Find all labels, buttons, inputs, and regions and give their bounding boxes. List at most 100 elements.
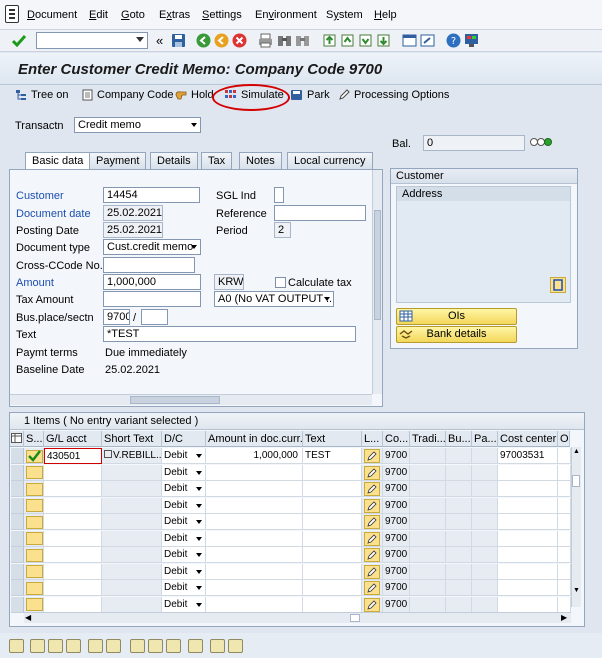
order-cell[interactable] [558, 580, 571, 596]
row-status-box[interactable] [26, 548, 43, 562]
row-status-box[interactable] [26, 532, 43, 545]
amount-cell[interactable] [206, 596, 303, 613]
section-input[interactable] [141, 309, 168, 325]
tab-notes[interactable]: Notes [239, 152, 282, 169]
gl-acct-cell[interactable]: 430501 [44, 448, 102, 464]
amount-input[interactable]: 1,000,000 [103, 274, 201, 290]
dc-select[interactable]: Debit [162, 448, 206, 464]
cost-center-cell[interactable] [498, 580, 558, 596]
scroll-thumb[interactable] [350, 614, 360, 622]
calculate-tax-checkbox[interactable] [275, 277, 286, 288]
reference-input[interactable] [274, 205, 366, 221]
order-cell[interactable] [558, 563, 571, 580]
tab-details[interactable]: Details [150, 152, 198, 169]
order-cell[interactable] [558, 530, 571, 547]
help-icon[interactable]: ? [446, 33, 461, 48]
cost-center-cell[interactable]: 97003531 [498, 448, 558, 464]
row-selector[interactable] [11, 481, 24, 497]
amount-cell[interactable] [206, 464, 303, 481]
row-selector[interactable] [11, 547, 24, 563]
new-session-icon[interactable] [402, 33, 417, 48]
menu-system[interactable]: System [326, 9, 363, 21]
cost-center-cell[interactable] [498, 497, 558, 514]
gl-acct-cell[interactable] [44, 530, 102, 547]
menu-settings[interactable]: Settings [202, 9, 242, 21]
insert-row-icon[interactable] [30, 639, 45, 653]
row-selector[interactable] [11, 580, 24, 596]
gl-acct-cell[interactable] [44, 481, 102, 497]
col-l[interactable]: L... [362, 431, 383, 447]
scroll-left-icon[interactable]: ◀ [25, 613, 31, 622]
cost-center-cell[interactable] [498, 596, 558, 613]
long-text-icon[interactable] [364, 482, 380, 496]
tax-amount-input[interactable] [103, 291, 201, 307]
order-cell[interactable] [558, 497, 571, 514]
col-text[interactable]: Text [303, 431, 362, 447]
long-text-icon[interactable] [364, 465, 380, 480]
cost-center-cell[interactable] [498, 464, 558, 481]
sap-menu-icon[interactable] [5, 5, 19, 23]
cost-center-cell[interactable] [498, 481, 558, 497]
row-status-box[interactable] [26, 515, 43, 529]
gl-acct-cell[interactable] [44, 580, 102, 596]
text-input[interactable]: *TEST [103, 326, 356, 342]
panel-vertical-scrollbar[interactable] [372, 170, 382, 394]
filter-icon[interactable] [228, 639, 243, 653]
insert-block-icon[interactable] [88, 639, 103, 653]
long-text-icon[interactable] [364, 498, 380, 513]
order-cell[interactable] [558, 547, 571, 563]
scroll-thumb[interactable] [572, 475, 580, 487]
text-cell[interactable] [303, 580, 362, 596]
scroll-down-icon[interactable]: ▼ [573, 587, 580, 594]
posting-date-input[interactable]: 25.02.2021 [103, 222, 163, 238]
long-text-icon[interactable] [364, 581, 380, 595]
print-icon[interactable] [258, 33, 273, 48]
long-text-icon[interactable] [364, 531, 380, 546]
tab-payment[interactable]: Payment [89, 152, 147, 169]
amount-cell[interactable] [206, 530, 303, 547]
text-cell[interactable] [303, 530, 362, 547]
amount-cell[interactable] [206, 514, 303, 530]
cost-center-cell[interactable] [498, 547, 558, 563]
row-selector[interactable] [11, 497, 24, 514]
ois-button[interactable]: OIs [396, 308, 517, 325]
col-cost-center[interactable]: Cost center [498, 431, 558, 447]
row-selector[interactable] [11, 448, 24, 464]
col-gl-acct[interactable]: G/L acct [44, 431, 102, 447]
gl-acct-cell[interactable] [44, 563, 102, 580]
order-cell[interactable] [558, 514, 571, 530]
menu-edit[interactable]: Edit [89, 9, 108, 21]
customer-input[interactable]: 14454 [103, 187, 200, 203]
layout-menu-icon[interactable] [464, 33, 479, 48]
amount-cell[interactable]: 1,000,000 [206, 448, 303, 464]
order-cell[interactable] [558, 464, 571, 481]
copy-row-icon[interactable] [66, 639, 81, 653]
cancel-icon[interactable] [232, 33, 247, 48]
document-date-input[interactable]: 25.02.2021 [103, 205, 163, 221]
col-short-text[interactable]: Short Text [102, 431, 162, 447]
dc-select[interactable]: Debit [162, 580, 206, 596]
row-status-box[interactable] [26, 581, 43, 595]
menu-extras[interactable]: Extras [159, 9, 190, 21]
row-status-box[interactable] [26, 565, 43, 578]
menu-document[interactable]: Document [27, 9, 77, 21]
tab-basic-data[interactable]: Basic data [25, 152, 91, 169]
calculator-icon[interactable] [188, 639, 203, 653]
dc-select[interactable]: Debit [162, 596, 206, 613]
previous-page-icon[interactable] [340, 33, 355, 48]
col-amount[interactable]: Amount in doc.curr. [206, 431, 303, 447]
cost-center-cell[interactable] [498, 563, 558, 580]
tree-on-button[interactable]: Tree on [15, 89, 69, 101]
deselect-rows-icon[interactable] [148, 639, 163, 653]
col-pa[interactable]: Pa... [472, 431, 498, 447]
dc-select[interactable]: Debit [162, 514, 206, 530]
text-cell[interactable] [303, 481, 362, 497]
text-cell[interactable] [303, 563, 362, 580]
park-button[interactable]: Park [290, 89, 330, 101]
row-status-box[interactable] [26, 499, 43, 512]
text-cell[interactable] [303, 497, 362, 514]
amount-cell[interactable] [206, 497, 303, 514]
edit-address-icon[interactable] [550, 277, 566, 293]
gl-acct-cell[interactable] [44, 596, 102, 613]
gl-acct-cell[interactable] [44, 547, 102, 563]
